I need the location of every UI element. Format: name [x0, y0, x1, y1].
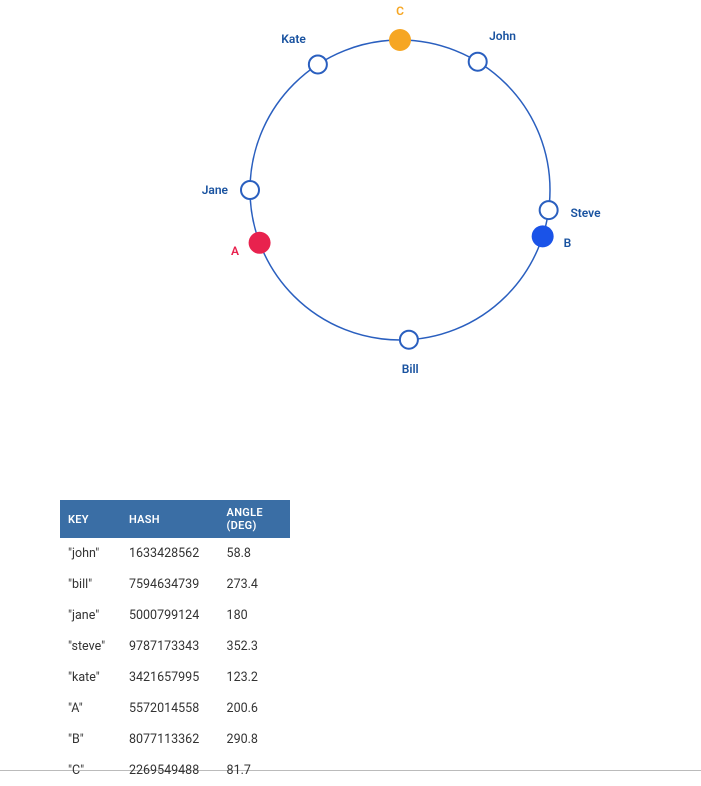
- col-hash: HASH: [121, 500, 219, 538]
- table-row: "C"226954948881.7: [60, 755, 290, 786]
- col-key: KEY: [60, 500, 121, 538]
- node-C: [389, 29, 411, 51]
- node-label-A: A: [231, 244, 239, 258]
- cell-angle: 58.8: [219, 538, 290, 569]
- cell-hash: 1633428562: [121, 538, 219, 569]
- node-label-kate: Kate: [281, 32, 306, 46]
- col-angle: ANGLE (DEG): [219, 500, 290, 538]
- cell-angle: 273.4: [219, 569, 290, 600]
- node-kate: [309, 55, 327, 73]
- node-john: [469, 53, 487, 71]
- cell-hash: 7594634739: [121, 569, 219, 600]
- hash-ring-diagram: John Bill Jane Steve Kate A B C: [0, 0, 701, 420]
- cell-hash: 2269549488: [121, 755, 219, 786]
- table-row: "john"163342856258.8: [60, 538, 290, 569]
- table-row: "A"5572014558200.6: [60, 693, 290, 724]
- node-bill: [400, 331, 418, 349]
- table-body: "john"163342856258.8"bill"7594634739273.…: [60, 538, 290, 786]
- cell-key: "jane": [60, 600, 121, 631]
- page-root: John Bill Jane Steve Kate A B C KEY HASH ANGLE …: [0, 0, 701, 771]
- cell-key: "C": [60, 755, 121, 786]
- table-header-row: KEY HASH ANGLE (DEG): [60, 500, 290, 538]
- table-row: "jane"5000799124180: [60, 600, 290, 631]
- table-row: "kate"3421657995123.2: [60, 662, 290, 693]
- cell-angle: 123.2: [219, 662, 290, 693]
- cell-hash: 5572014558: [121, 693, 219, 724]
- cell-angle: 352.3: [219, 631, 290, 662]
- table-row: "bill"7594634739273.4: [60, 569, 290, 600]
- cell-angle: 81.7: [219, 755, 290, 786]
- cell-angle: 200.6: [219, 693, 290, 724]
- node-label-bill: Bill: [402, 362, 419, 376]
- cell-key: "john": [60, 538, 121, 569]
- node-label-C: C: [396, 4, 404, 18]
- hash-table-element: KEY HASH ANGLE (DEG) "john"163342856258.…: [60, 500, 290, 786]
- cell-key: "B": [60, 724, 121, 755]
- ring-circle: [250, 40, 550, 340]
- node-label-john: John: [489, 29, 516, 43]
- cell-hash: 3421657995: [121, 662, 219, 693]
- cell-angle: 290.8: [219, 724, 290, 755]
- node-label-jane: Jane: [202, 183, 228, 197]
- cell-hash: 8077113362: [121, 724, 219, 755]
- cell-key: "A": [60, 693, 121, 724]
- cell-key: "bill": [60, 569, 121, 600]
- node-label-B: B: [564, 236, 572, 250]
- node-label-steve: Steve: [570, 206, 600, 220]
- cell-angle: 180: [219, 600, 290, 631]
- table-row: "steve"9787173343352.3: [60, 631, 290, 662]
- cell-hash: 9787173343: [121, 631, 219, 662]
- node-jane: [241, 181, 259, 199]
- cell-hash: 5000799124: [121, 600, 219, 631]
- hash-table: KEY HASH ANGLE (DEG) "john"163342856258.…: [60, 500, 290, 786]
- node-steve: [540, 201, 558, 219]
- table-row: "B"8077113362290.8: [60, 724, 290, 755]
- cell-key: "kate": [60, 662, 121, 693]
- node-B: [532, 225, 554, 247]
- cell-key: "steve": [60, 631, 121, 662]
- node-A: [249, 232, 271, 254]
